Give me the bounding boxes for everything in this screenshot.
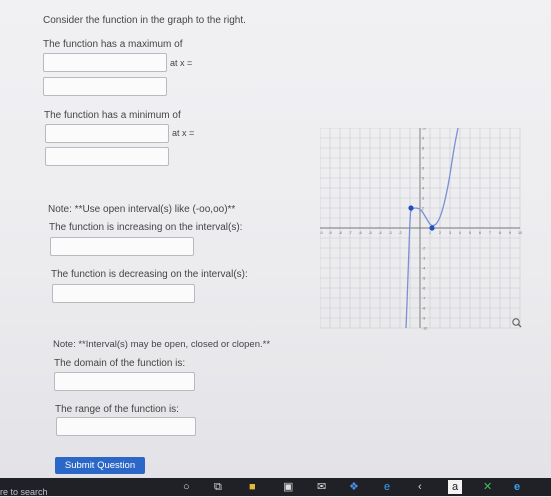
x-tick-label: 4 [459, 231, 461, 235]
file-explorer-icon[interactable]: ■ [249, 480, 256, 494]
increasing-label: The function is increasing on the interv… [49, 222, 243, 233]
question-intro: Consider the function in the graph to th… [43, 15, 246, 26]
note-open-intervals: Note: **Use open interval(s) like (-oo,o… [48, 204, 236, 215]
amazon-icon[interactable]: a [448, 480, 462, 494]
x-tick-label: 5 [469, 231, 471, 235]
decreasing-input[interactable] [52, 284, 195, 303]
x-tick-label: 8 [499, 231, 501, 235]
mail-icon[interactable]: ✉ [317, 480, 326, 494]
y-tick-label: 2 [422, 206, 424, 210]
min-value-input[interactable] [45, 124, 169, 143]
min-x-input[interactable] [45, 147, 169, 166]
max-at-x-label: at x = [170, 58, 193, 68]
function-graph: -10 -9 -8 -7 -6 -5 -4 -3 -2 1 2 3 4 5 6 7 8 9 10 10 9 8 7 6 5 4 3… [320, 128, 522, 330]
task-view-icon[interactable]: ⧉ [214, 480, 222, 494]
y-tick-label: 3 [422, 196, 424, 200]
domain-label: The domain of the function is: [54, 358, 186, 369]
question-page: Consider the function in the graph to th… [0, 0, 551, 478]
y-tick-label: -9 [422, 316, 425, 320]
windows-taskbar: re to search ○ ⧉ ■ ▣ ✉ ❖ e ‹ a ✕ e [0, 478, 551, 497]
ie-icon[interactable]: e [514, 480, 520, 494]
y-tick-label: -4 [422, 266, 425, 270]
y-tick-label: -10 [422, 326, 427, 330]
x-tick-label: -8 [338, 231, 341, 235]
y-tick-label: 7 [422, 156, 424, 160]
domain-input[interactable] [54, 372, 195, 391]
y-tick-label: 9 [422, 136, 424, 140]
x-tick-label: -6 [358, 231, 361, 235]
y-tick-label: 5 [422, 176, 424, 180]
store-icon[interactable]: ▣ [283, 480, 293, 494]
x-tick-label: -5 [368, 231, 371, 235]
y-tick-label: -2 [422, 246, 425, 250]
y-tick-labels: 10 9 8 7 6 5 4 3 2 -2 -3 -4 -5 -6 -7 -8 -9 -10 [422, 128, 427, 330]
y-tick-label: 8 [422, 146, 424, 150]
edge-icon[interactable]: e [384, 480, 390, 494]
range-label: The range of the function is: [55, 404, 179, 415]
search-icon[interactable]: ○ [183, 480, 190, 494]
x-tick-label: 3 [449, 231, 451, 235]
max-label: The function has a maximum of [43, 39, 183, 50]
min-at-x-label: at x = [172, 128, 195, 138]
y-tick-label: -7 [422, 296, 425, 300]
x-tick-label: -2 [398, 231, 401, 235]
note-interval-types: Note: **Interval(s) may be open, closed … [53, 339, 271, 350]
x-tick-label: -3 [388, 231, 391, 235]
range-input[interactable] [56, 417, 196, 436]
y-tick-label: -6 [422, 286, 425, 290]
x-tick-label: -7 [348, 231, 351, 235]
x-tick-label: -9 [328, 231, 331, 235]
increasing-input[interactable] [50, 237, 194, 256]
max-x-input[interactable] [43, 77, 167, 96]
x-tick-labels: -10 -9 -8 -7 -6 -5 -4 -3 -2 1 2 3 4 5 6 7 8 9 10 [320, 231, 522, 235]
y-tick-label: -5 [422, 276, 425, 280]
submit-question-button[interactable]: Submit Question [55, 457, 145, 474]
x-tick-label: 10 [518, 231, 522, 235]
y-tick-label: -3 [422, 256, 425, 260]
min-label: The function has a minimum of [44, 110, 181, 121]
max-value-input[interactable] [43, 53, 167, 72]
x-tick-label: -4 [378, 231, 381, 235]
app-icon[interactable]: ‹ [418, 480, 422, 494]
y-tick-label: -8 [422, 306, 425, 310]
app2-icon[interactable]: ✕ [483, 480, 492, 494]
y-tick-label: 6 [422, 166, 424, 170]
y-tick-label: 4 [422, 186, 424, 190]
decreasing-label: The function is decreasing on the interv… [51, 269, 248, 280]
dropbox-icon[interactable]: ❖ [349, 480, 359, 494]
y-tick-label: 10 [422, 128, 426, 130]
x-tick-label: 9 [509, 231, 511, 235]
marked-point [429, 225, 435, 231]
x-tick-label: 7 [489, 231, 491, 235]
x-tick-label: 1 [429, 231, 431, 235]
x-tick-label: -10 [320, 231, 323, 235]
marked-point [408, 205, 414, 211]
x-tick-label: 6 [479, 231, 481, 235]
x-tick-label: 2 [439, 231, 441, 235]
